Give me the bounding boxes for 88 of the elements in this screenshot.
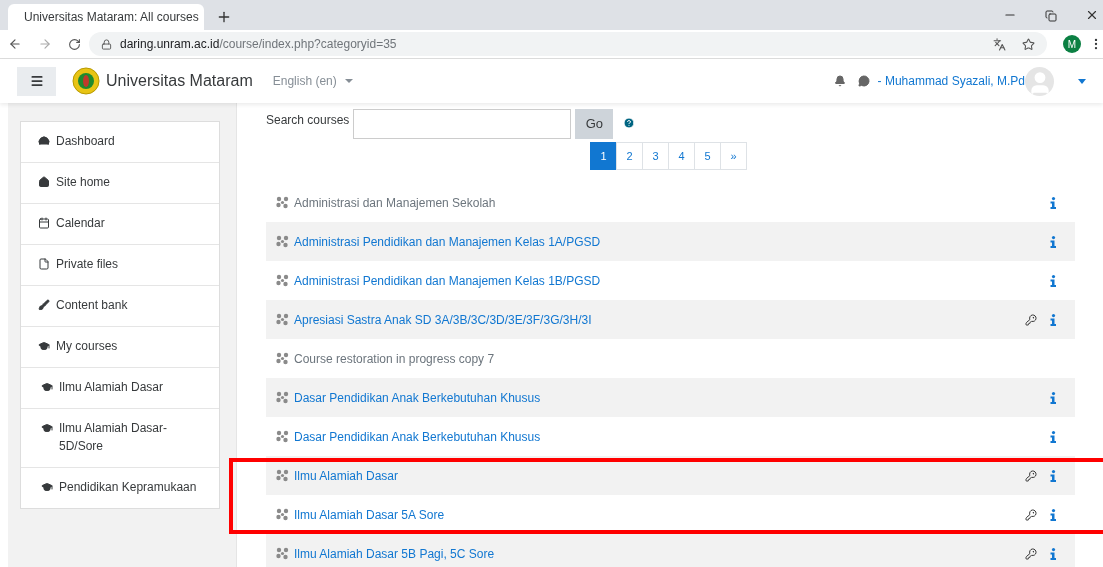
bell-icon[interactable] <box>833 75 846 87</box>
course-icon <box>276 547 289 560</box>
course-icon <box>276 391 289 404</box>
sidebar-item[interactable]: My courses <box>21 327 219 368</box>
site-name[interactable]: Universitas Mataram <box>106 69 253 93</box>
sidebar-item-label: My courses <box>56 338 118 355</box>
course-link[interactable]: Apresiasi Sastra Anak SD 3A/3B/3C/3D/3E/3F/3G/3H/3I <box>294 310 592 329</box>
search-label: Search courses <box>266 112 350 129</box>
browser-tab[interactable]: Universitas Mataram: All courses <box>8 4 204 30</box>
language-menu[interactable]: English (en) <box>272 72 353 90</box>
star-icon[interactable] <box>1022 37 1035 51</box>
info-icon[interactable] <box>1050 274 1057 287</box>
sidebar-item-label: Content bank <box>56 297 128 314</box>
back-icon[interactable] <box>8 37 22 51</box>
page-link[interactable]: 3 <box>642 142 669 170</box>
course-link[interactable]: Ilmu Alamiah Dasar 5A Sore <box>294 505 445 524</box>
course-link[interactable]: Ilmu Alamiah Dasar <box>294 466 399 485</box>
search-field[interactable] <box>353 109 572 139</box>
sidebar-item[interactable]: Pendidikan Kepramukaan <box>21 468 219 508</box>
sidebar-item-label: Calendar <box>56 215 105 232</box>
course-link[interactable]: Administrasi dan Manajemen Sekolah <box>294 193 496 212</box>
profile-avatar[interactable]: M <box>1063 35 1081 53</box>
sidebar-item[interactable]: Private files <box>21 245 219 286</box>
sidebar-item-label: Site home <box>56 174 111 191</box>
info-icon[interactable] <box>1050 391 1057 404</box>
file-icon <box>38 258 50 270</box>
sidebar-item-label: Pendidikan Kepramukaan <box>59 479 197 496</box>
course-link[interactable]: Administrasi Pendidikan dan Manajemen Kelas 1B/PGSD <box>294 271 601 290</box>
page-link[interactable]: 4 <box>668 142 695 170</box>
sidebar-item[interactable]: Dashboard <box>21 122 219 163</box>
course-icon <box>276 235 289 248</box>
page-link[interactable]: 5 <box>694 142 721 170</box>
course-icon <box>276 430 289 443</box>
page-link[interactable]: 1 <box>590 142 617 170</box>
page-link[interactable]: » <box>720 142 747 170</box>
info-icon[interactable] <box>1050 313 1057 326</box>
sidebar-item-label: Dashboard <box>56 133 115 150</box>
sidebar-item-label: Ilmu Alamiah Dasar-5D/Sore <box>59 420 169 455</box>
help-icon[interactable] <box>623 117 636 129</box>
course-link[interactable]: Dasar Pendidikan Anak Berkebutuhan Khusus <box>294 427 541 446</box>
info-icon[interactable] <box>1050 469 1057 482</box>
info-icon[interactable] <box>1050 196 1057 209</box>
sidebar-item[interactable]: Calendar <box>21 204 219 245</box>
url-text: daring.unram.ac.id/course/index.php?categoryid=35 <box>120 36 398 53</box>
course-link[interactable]: Ilmu Alamiah Dasar 5B Pagi, 5C Sore <box>294 544 495 563</box>
sidebar-item[interactable]: Site home <box>21 163 219 204</box>
page-link[interactable]: 2 <box>616 142 643 170</box>
brush-icon <box>38 299 50 311</box>
sidebar-item[interactable]: Ilmu Alamiah Dasar <box>21 368 219 409</box>
course-icon <box>276 313 289 326</box>
reload-icon[interactable] <box>68 37 81 51</box>
house-icon <box>38 176 50 188</box>
course-link[interactable]: Course restoration in progress copy 7 <box>294 349 495 368</box>
graduation-cap-icon <box>41 481 53 493</box>
course-icon <box>276 274 289 287</box>
course-icon <box>276 508 289 521</box>
sidebar-item-label: Ilmu Alamiah Dasar <box>59 379 164 396</box>
info-icon[interactable] <box>1050 430 1057 443</box>
address-bar[interactable]: daring.unram.ac.id/course/index.php?categoryid=35 <box>89 32 1047 56</box>
translate-icon[interactable] <box>993 37 1006 51</box>
course-icon <box>276 196 289 209</box>
go-button[interactable]: Go <box>575 109 614 139</box>
chat-icon[interactable] <box>857 75 870 87</box>
tab-title: Universitas Mataram: All courses <box>24 9 199 26</box>
menu-icon <box>29 74 44 88</box>
caret-icon <box>344 79 353 83</box>
new-tab-icon[interactable] <box>216 9 232 25</box>
caret-icon[interactable] <box>1078 78 1086 84</box>
graduation-cap-icon <box>38 340 50 352</box>
calendar-icon <box>38 217 50 229</box>
restore-icon[interactable] <box>1045 10 1057 22</box>
graduation-cap-icon <box>41 381 53 393</box>
course-icon <box>276 352 289 365</box>
sidebar-item[interactable]: Ilmu Alamiah Dasar-5D/Sore <box>21 409 219 468</box>
menu-button[interactable] <box>17 66 56 96</box>
user-name-link[interactable]: - Muhammad Syazali, M.Pd <box>877 72 1025 90</box>
course-link[interactable]: Dasar Pendidikan Anak Berkebutuhan Khusus <box>294 388 541 407</box>
lock-icon <box>101 38 112 50</box>
course-icon <box>276 469 289 482</box>
info-icon[interactable] <box>1050 508 1057 521</box>
close-window-icon[interactable] <box>1085 8 1099 22</box>
sidebar-item-label: Private files <box>56 256 119 273</box>
info-icon[interactable] <box>1050 235 1057 248</box>
sidebar-item[interactable]: Content bank <box>21 286 219 327</box>
info-icon[interactable] <box>1050 547 1057 560</box>
graduation-cap-icon <box>41 422 53 434</box>
university-logo-icon <box>72 67 100 95</box>
course-link[interactable]: Administrasi Pendidikan dan Manajemen Kelas 1A/PGSD <box>294 232 601 251</box>
